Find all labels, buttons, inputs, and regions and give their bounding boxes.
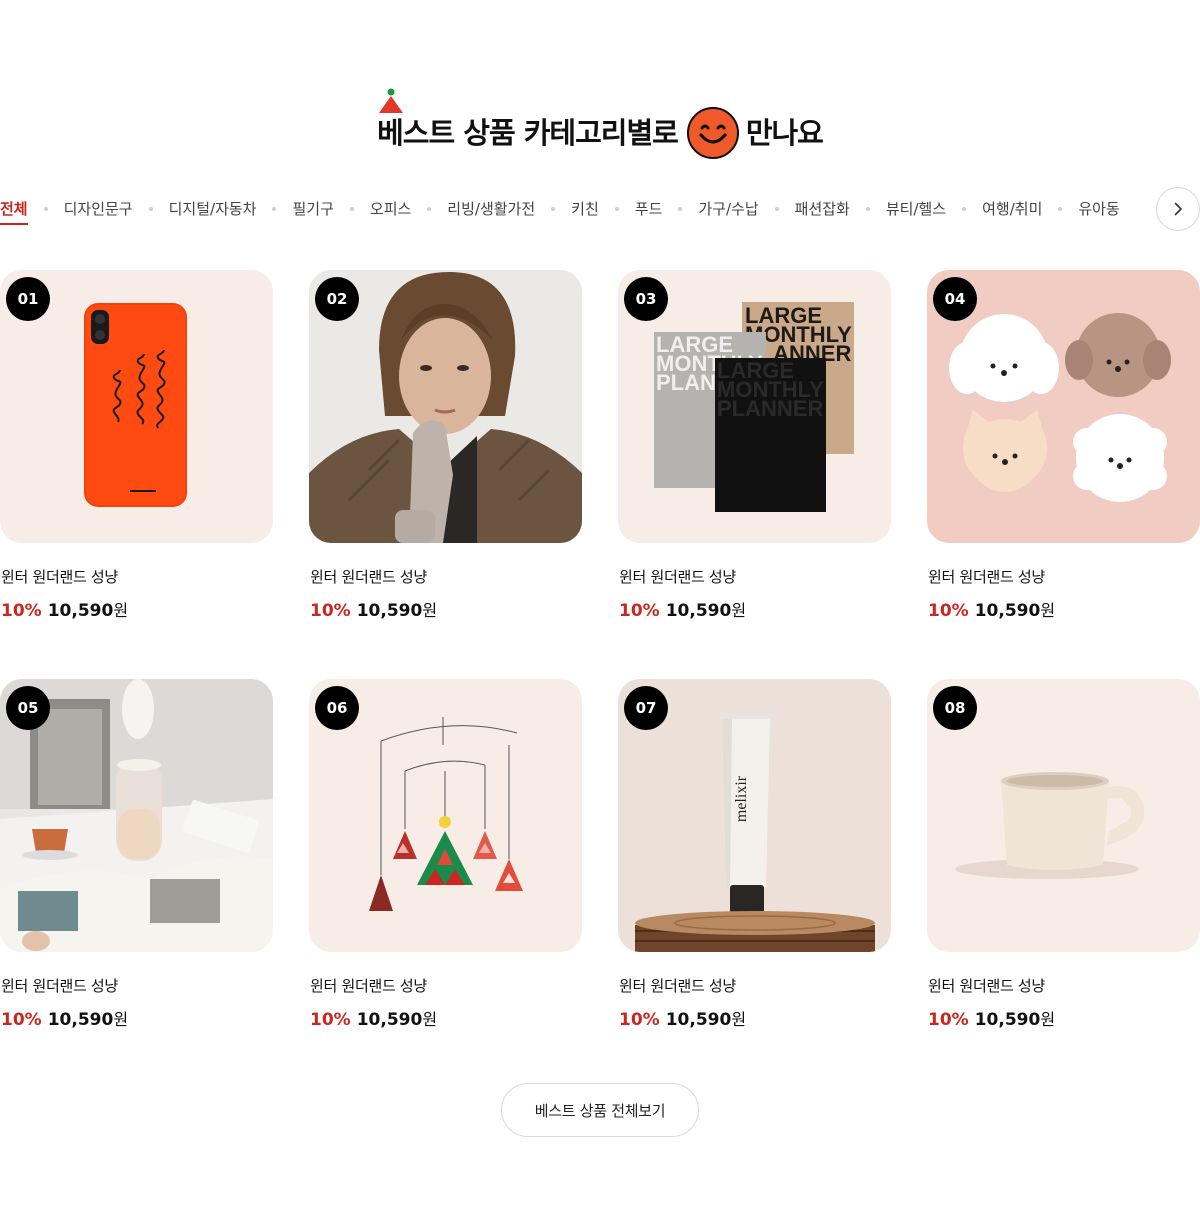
category-tabs: 전체 디자인문구 디지털/자동차 필기구 오피스 리빙/생활가전 키친 푸드 가구/수납 패션잡화… — [0, 187, 1200, 231]
rank-badge: 03 — [624, 277, 668, 321]
product-card[interactable]: 01 윈터 원더랜드 성냥 10% 10,590 원 — [0, 270, 273, 630]
price-value: 10,590 — [974, 601, 1041, 621]
category-tab[interactable]: 리빙/생활가전 — [447, 188, 535, 230]
category-tab[interactable]: 여행/취미 — [982, 188, 1042, 230]
product-name[interactable]: 윈터 원더랜드 성냥 — [619, 566, 736, 587]
discount-rate: 10% — [310, 601, 351, 621]
tab-separator — [349, 207, 354, 211]
category-tab[interactable]: 패션잡화 — [795, 188, 850, 230]
section-header: 베스트 상품 카테고리별로 만나요 — [0, 88, 1200, 168]
category-tab[interactable]: 푸드 — [635, 188, 663, 230]
price-value: 10,590 — [665, 1010, 732, 1030]
price-value: 10,590 — [356, 601, 423, 621]
price-value: 10,590 — [47, 601, 114, 621]
price-row: 10% 10,590 원 — [928, 1006, 1055, 1030]
category-tab[interactable]: 오피스 — [370, 188, 411, 230]
product-card[interactable]: melixir 07 윈터 원더랜드 성냥 10% 10,590 원 — [618, 679, 891, 1039]
discount-rate: 10% — [1, 1010, 42, 1030]
tube-label: melixir — [733, 775, 750, 822]
tab-separator — [427, 207, 432, 211]
discount-rate: 10% — [619, 601, 660, 621]
rank-badge: 05 — [6, 686, 50, 730]
category-tab[interactable]: 디지털/자동차 — [169, 188, 257, 230]
price-currency: 원 — [731, 1010, 747, 1029]
product-name[interactable]: 윈터 원더랜드 성냥 — [1, 975, 118, 996]
category-tab[interactable]: 디자인문구 — [64, 188, 133, 230]
product-name[interactable]: 윈터 원더랜드 성냥 — [928, 566, 1045, 587]
rank-badge: 06 — [315, 686, 359, 730]
price-value: 10,590 — [974, 1010, 1041, 1030]
price-row: 10% 10,590 원 — [619, 597, 746, 621]
product-card[interactable]: LARGE MONTHLY PLANNER LARGE MONTHLY PLAN… — [618, 270, 891, 630]
tab-separator — [272, 207, 277, 211]
tab-separator — [774, 207, 779, 211]
product-card[interactable]: 06 윈터 원더랜드 성냥 10% 10,590 원 — [309, 679, 582, 1039]
price-value: 10,590 — [47, 1010, 114, 1030]
tab-separator — [678, 207, 683, 211]
price-currency: 원 — [1040, 1010, 1056, 1029]
price-value: 10,590 — [665, 601, 732, 621]
product-name[interactable]: 윈터 원더랜드 성냥 — [619, 975, 736, 996]
category-tab[interactable]: 뷰티/헬스 — [886, 188, 946, 230]
category-tab[interactable]: 필기구 — [292, 188, 333, 230]
section-title-text: 베스트 상품 카테고리별로 — [377, 115, 679, 150]
price-row: 10% 10,590 원 — [310, 1006, 437, 1030]
product-card[interactable]: 05 윈터 원더랜드 성냥 10% 10,590 원 — [0, 679, 273, 1039]
price-currency: 원 — [422, 1010, 438, 1029]
product-name[interactable]: 윈터 원더랜드 성냥 — [928, 975, 1045, 996]
price-row: 10% 10,590 원 — [1, 597, 128, 621]
product-card[interactable]: 08 윈터 원더랜드 성냥 10% 10,590 원 — [927, 679, 1200, 1039]
section-title: 베스트 상품 카테고리별로 만나요 — [377, 88, 824, 160]
category-tab[interactable]: 키친 — [571, 188, 599, 230]
section-title-suffix: 만나요 — [745, 115, 824, 150]
chevron-right-icon — [1174, 202, 1182, 216]
discount-rate: 10% — [928, 601, 969, 621]
tab-separator — [1058, 207, 1063, 211]
view-all-best-button[interactable]: 베스트 상품 전체보기 — [501, 1083, 699, 1137]
price-currency: 원 — [1040, 601, 1056, 620]
tab-separator — [962, 207, 967, 211]
price-currency: 원 — [422, 601, 438, 620]
discount-rate: 10% — [1, 601, 42, 621]
planner-text: PLANNER — [717, 396, 823, 421]
discount-rate: 10% — [619, 1010, 660, 1030]
tab-separator — [148, 207, 153, 211]
price-row: 10% 10,590 원 — [619, 1006, 746, 1030]
discount-rate: 10% — [928, 1010, 969, 1030]
price-value: 10,590 — [356, 1010, 423, 1030]
christmas-tree-icon — [379, 88, 404, 113]
product-card[interactable]: 02 윈터 원더랜드 성냥 10% 10,590 원 — [309, 270, 582, 630]
price-row: 10% 10,590 원 — [1, 1006, 128, 1030]
price-currency: 원 — [113, 601, 129, 620]
tab-separator — [551, 207, 556, 211]
rank-badge: 08 — [933, 686, 977, 730]
discount-rate: 10% — [310, 1010, 351, 1030]
price-row: 10% 10,590 원 — [310, 597, 437, 621]
category-tab[interactable]: 가구/수납 — [698, 188, 758, 230]
rank-badge: 04 — [933, 277, 977, 321]
rank-badge: 02 — [315, 277, 359, 321]
rank-badge: 07 — [624, 686, 668, 730]
tab-separator — [865, 207, 870, 211]
category-tab[interactable]: 전체 — [0, 188, 28, 230]
rank-badge: 01 — [6, 277, 50, 321]
product-card[interactable]: 04 윈터 원더랜드 성냥 10% 10,590 원 — [927, 270, 1200, 630]
smiley-icon — [686, 107, 739, 159]
category-tab[interactable]: 유아동 — [1078, 188, 1119, 230]
tabs-next-button[interactable] — [1156, 187, 1200, 231]
tab-separator — [614, 207, 619, 211]
category-tab-list: 전체 디자인문구 디지털/자동차 필기구 오피스 리빙/생활가전 키친 푸드 가구/수납 패션잡화… — [0, 188, 1120, 230]
product-name[interactable]: 윈터 원더랜드 성냥 — [310, 566, 427, 587]
tab-separator — [43, 207, 48, 211]
product-name[interactable]: 윈터 원더랜드 성냥 — [310, 975, 427, 996]
price-currency: 원 — [113, 1010, 129, 1029]
price-row: 10% 10,590 원 — [928, 597, 1055, 621]
product-name[interactable]: 윈터 원더랜드 성냥 — [1, 566, 118, 587]
price-currency: 원 — [731, 601, 747, 620]
